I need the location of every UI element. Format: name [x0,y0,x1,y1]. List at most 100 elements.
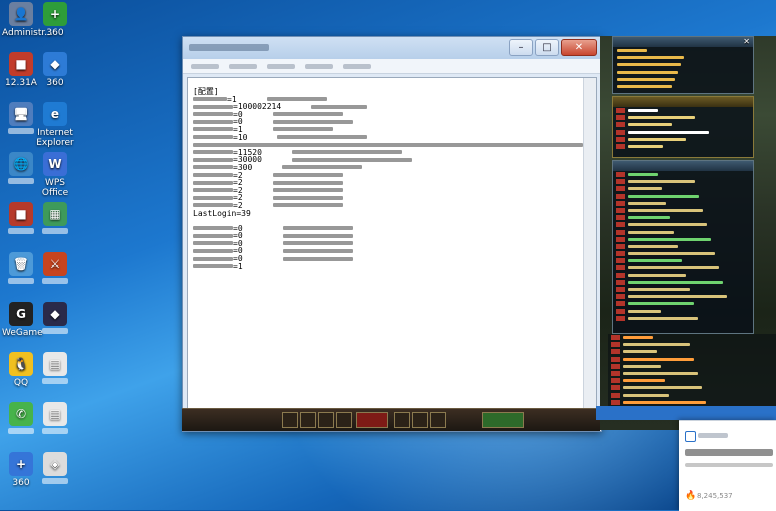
desktop-icon-label: 360 [12,478,30,488]
desktop-icon-recycle[interactable]: 🗑 [2,252,40,284]
safe360-icon: + [43,2,67,26]
skill-slot[interactable] [282,412,298,428]
skill-slot[interactable] [318,412,334,428]
chat-line [613,193,753,200]
chat-line [613,243,753,250]
chat-line [608,348,776,355]
notepad-line: =0 [193,232,596,240]
desktop-icon-doc1[interactable]: ▤ [36,352,74,384]
news-icon [685,431,696,442]
notepad-window[interactable]: – □ ✕ [配置] =1 =100002214 =0 =0 =1 =10 =11520 =30… [182,36,602,432]
notepad-menubar [183,59,601,74]
desktop-icon-wps[interactable]: W WPS Office [36,152,74,198]
chat-line [608,392,776,399]
chat-line [613,136,753,143]
notepad-line: LastLogin=39 [193,208,251,218]
notepad-line: =1 [193,262,596,271]
news-notification[interactable]: 🔥 8,245,537 [679,420,776,511]
notepad-line: =0 [193,247,596,255]
computer-icon: 🖥 [9,102,33,126]
app5-icon: ⚔ [43,252,67,276]
desktop-icon-network[interactable]: 🌐 [2,152,40,184]
chat-line [613,264,753,271]
app4-icon: ▦ [43,202,67,226]
skill-slot[interactable] [430,412,446,428]
wechat-icon: ✆ [9,402,33,426]
chat-line [613,47,753,54]
app7-icon: ◆ [43,302,67,326]
desktop-icon-label: 12.31A [5,78,37,88]
chat-line [613,61,753,68]
notepad-line: =0 [193,255,596,263]
close-button[interactable]: ✕ [561,39,597,56]
chat-line [608,377,776,384]
doc1-icon: ▤ [43,352,67,376]
news-headline[interactable] [685,449,773,456]
chat-line [613,229,753,236]
game-quest-panel [612,96,754,158]
notepad-line [193,217,596,225]
desktop-icon-computer[interactable]: 🖥 [2,102,40,134]
desktop-icon-doc2[interactable]: ▤ [36,402,74,434]
skill-slot[interactable] [336,412,352,428]
notepad-line: =2 [193,201,596,210]
ie-icon: e [43,102,67,126]
recycle-icon: 🗑 [9,252,33,276]
game-action-button[interactable] [482,412,524,428]
notepad-line: =2 [193,171,596,180]
notepad-titlebar[interactable]: – □ ✕ [183,37,601,59]
desktop-icon-app7[interactable]: ◆ [36,302,74,334]
chat-line [613,107,753,114]
notepad-line: =2 [193,179,596,187]
chat-line [613,114,753,121]
notepad-line: =30000 [193,156,596,164]
close-icon[interactable]: ✕ [743,37,750,46]
notepad-title [189,44,269,51]
chat-line [613,272,753,279]
menu-file[interactable] [191,63,219,69]
desktop-icon-ie[interactable]: e Internet Explorer [36,102,74,148]
desktop-icon-qq[interactable]: 🐧 QQ [2,352,40,388]
desktop-icon-app4[interactable]: ▦ [36,202,74,234]
notepad-line: =0 [193,118,596,126]
chat-line [613,257,753,264]
maximize-button[interactable]: □ [535,39,559,56]
desktop-icon-admin[interactable]: 👤 Administr... [2,2,53,38]
app1-icon: ■ [9,52,33,76]
skill-slot[interactable] [300,412,316,428]
chat-line [613,221,753,228]
desktop-icon-app2[interactable]: ◆ 360 [36,52,74,88]
chat-line [613,185,753,192]
minimize-button[interactable]: – [509,39,533,56]
desktop-icon-label: Administr... [2,28,53,38]
skill-slot[interactable] [394,412,410,428]
chat-line [608,399,776,406]
notepad-text-area[interactable]: [配置] =1 =100002214 =0 =0 =1 =10 =11520 =30000 =30… [187,77,597,427]
desktop-icon-safe360b[interactable]: +360 [2,452,40,488]
notification-header [596,406,776,420]
doc3-icon: ◈ [43,452,67,476]
desktop-icon-app6[interactable]: G WeGame [2,302,43,338]
notepad-line: =300 [193,163,596,172]
desktop-icon-app1[interactable]: ■ 12.31A [2,52,40,88]
chat-line [613,214,753,221]
menu-help[interactable] [343,63,371,69]
chat-line [613,143,753,150]
menu-view[interactable] [305,63,333,69]
chat-line [613,308,753,315]
game-window[interactable]: ✕ [600,36,776,430]
menu-format[interactable] [267,63,295,69]
chat-line [608,341,776,348]
chat-line [613,83,753,90]
desktop-icon-label: Internet Explorer [36,128,74,148]
vertical-scrollbar[interactable] [583,78,596,426]
menu-edit[interactable] [229,63,257,69]
desktop-icon-app3[interactable]: ■ [2,202,40,234]
safe360b-icon: + [9,452,33,476]
desktop-icon-app5[interactable]: ⚔ [36,252,74,284]
desktop-icon-wechat[interactable]: ✆ [2,402,40,434]
desktop-icon-safe360[interactable]: +360 [36,2,74,38]
skill-slot[interactable] [412,412,428,428]
chat-line [613,200,753,207]
desktop-icon-doc3[interactable]: ◈ [36,452,74,484]
